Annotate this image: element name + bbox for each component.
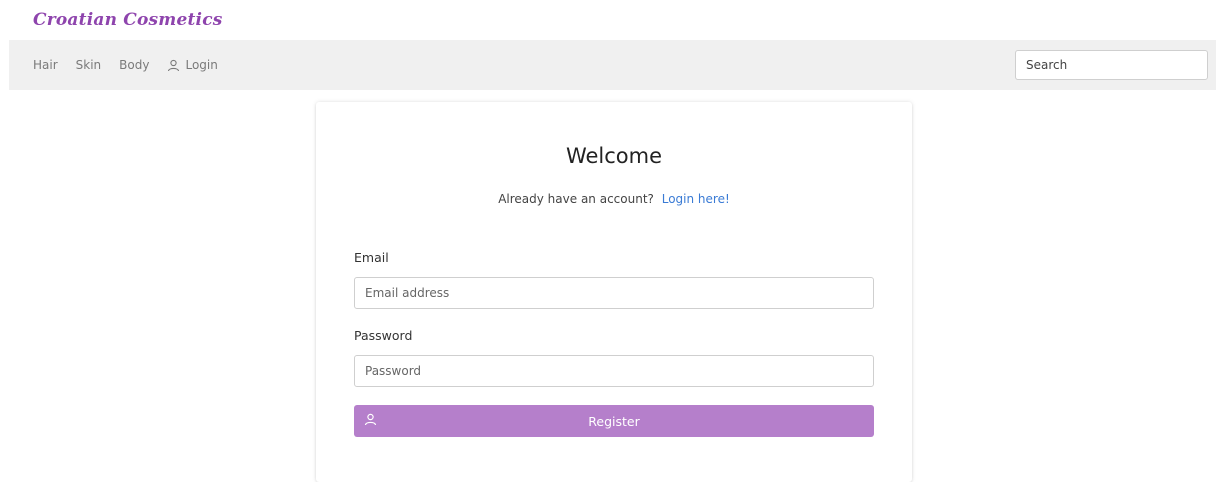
nav-links: Hair Skin Body Login (33, 40, 236, 90)
password-label: Password (354, 328, 413, 343)
nav-link-hair[interactable]: Hair (33, 58, 58, 72)
navbar: Hair Skin Body Login (9, 40, 1216, 90)
login-prompt-text: Already have an account? (498, 192, 654, 206)
register-button-label: Register (588, 414, 640, 429)
brand-logo[interactable]: Croatian Cosmetics (33, 10, 223, 30)
nav-link-login-label: Login (185, 58, 218, 72)
login-link[interactable]: Login here! (662, 192, 730, 206)
page-title: Welcome (565, 144, 663, 168)
user-icon (168, 59, 180, 71)
nav-link-skin[interactable]: Skin (76, 58, 102, 72)
register-card: Welcome Already have an account? Login h… (316, 102, 912, 482)
nav-link-login[interactable]: Login (167, 58, 218, 72)
register-button[interactable]: Register (354, 405, 874, 437)
brand-bar: Croatian Cosmetics (0, 0, 1216, 40)
email-label: Email (354, 250, 389, 265)
password-field[interactable] (354, 355, 874, 387)
email-field[interactable] (354, 277, 874, 309)
login-prompt: Already have an account? Login here! (316, 192, 912, 206)
search-input[interactable] (1015, 50, 1208, 80)
nav-link-body[interactable]: Body (119, 58, 149, 72)
